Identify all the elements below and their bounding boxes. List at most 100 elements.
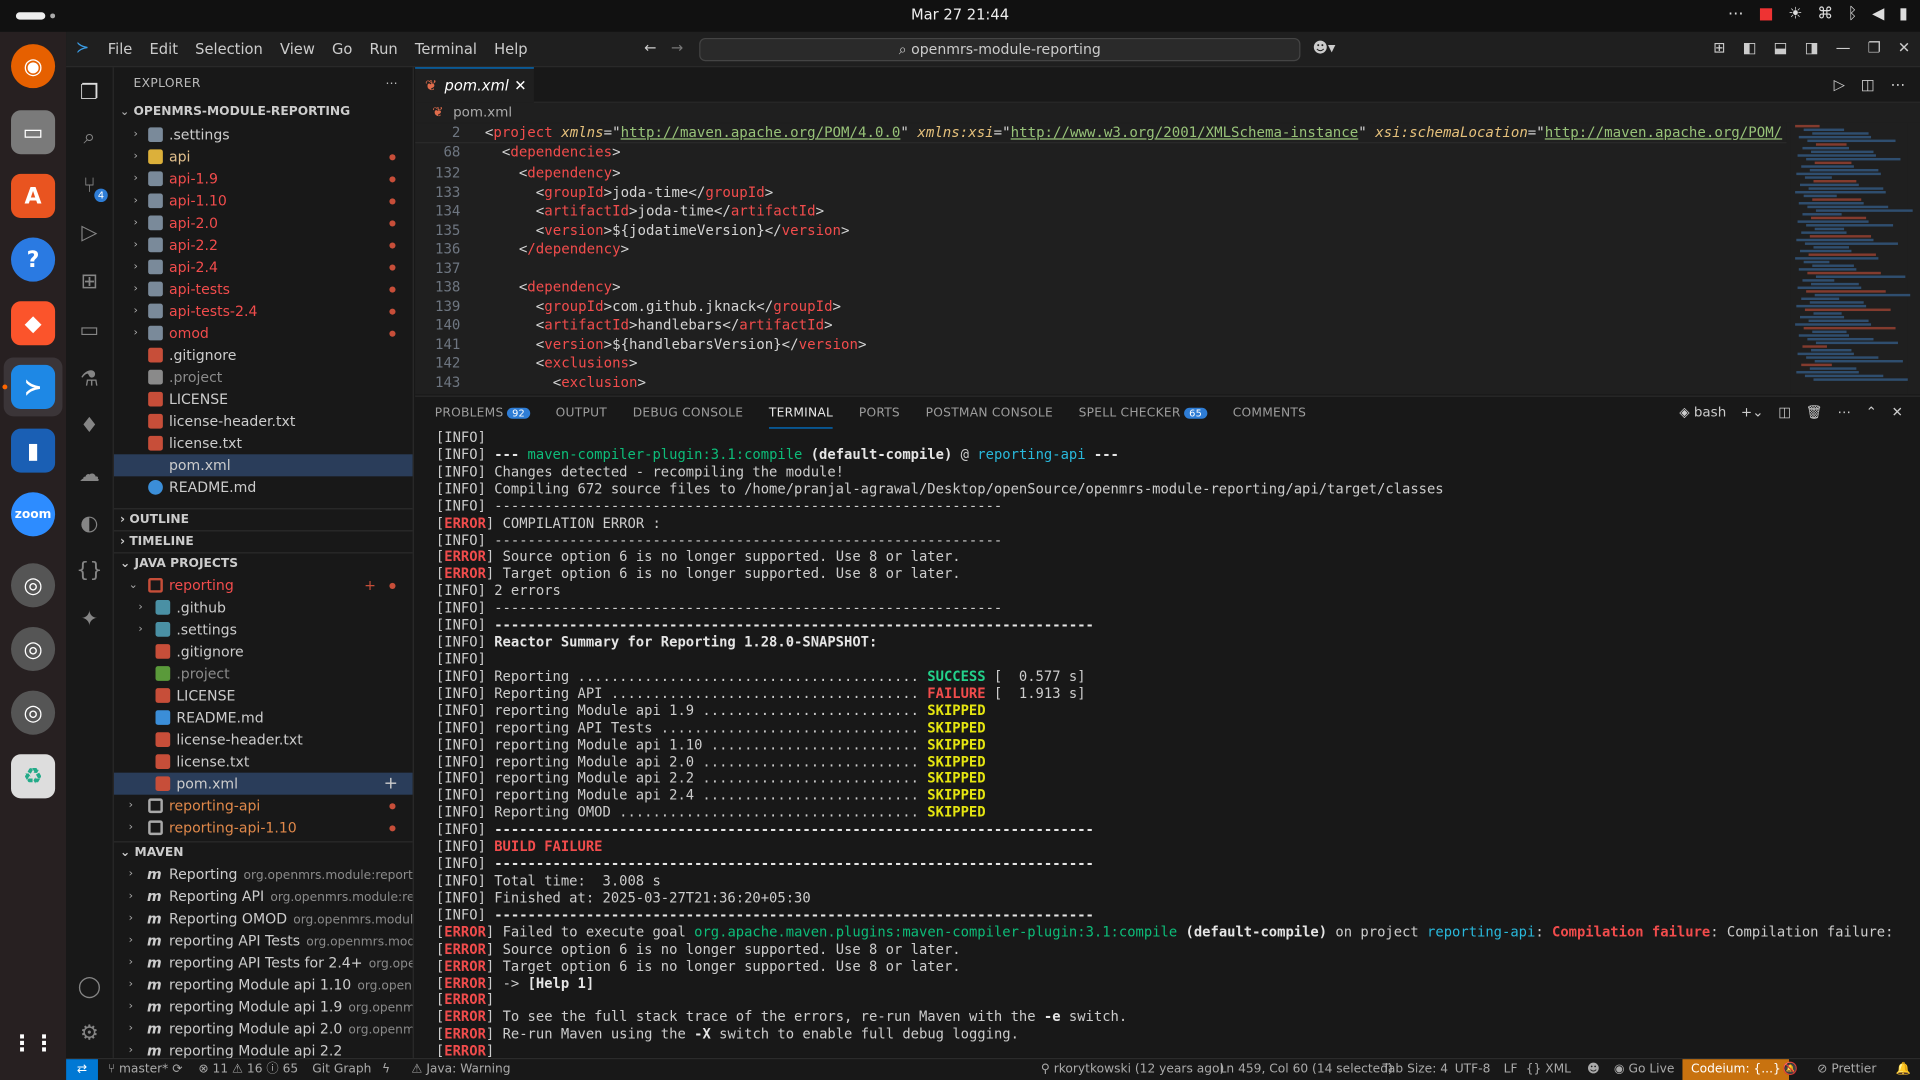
tab-output[interactable]: OUTPUT — [556, 407, 607, 429]
java-project-item[interactable]: › .github — [114, 596, 413, 618]
explorer-item[interactable]: › api-2.0 — [114, 212, 413, 234]
java-project-item[interactable]: pom.xml + — [113, 772, 413, 795]
source-control-icon[interactable]: ⑂ 4 — [76, 173, 108, 203]
java-status[interactable]: ⚠ Java: Warning — [411, 1059, 510, 1080]
clock[interactable]: Mar 27 21:44 — [0, 6, 1920, 23]
new-terminal-icon[interactable]: +⌄ — [1741, 404, 1764, 420]
toggle-panel-icon[interactable]: ⬓ — [1774, 39, 1788, 56]
java-project-item[interactable]: LICENSE — [114, 684, 413, 706]
trash-icon[interactable]: ♻ — [11, 754, 56, 799]
maximize-panel-icon[interactable]: ⌃ — [1866, 404, 1877, 420]
java-project[interactable]: › reporting-api-1.10 — [114, 817, 413, 839]
java-project-item[interactable]: license-header.txt — [114, 729, 413, 751]
search-view-icon[interactable]: ⌕ — [76, 124, 103, 151]
tab-ports[interactable]: PORTS — [859, 407, 900, 429]
explorer-item[interactable]: pom.xml — [113, 454, 413, 477]
java-projects-section[interactable]: ⌄ JAVA PROJECTS — [113, 552, 413, 574]
close-tab-icon[interactable]: ✕ — [514, 69, 526, 103]
remote-indicator-icon[interactable]: ⇄ — [66, 1059, 98, 1080]
notifications-muted-icon[interactable]: 🔕 — [1783, 1059, 1798, 1080]
explorer-item[interactable]: .gitignore — [114, 344, 413, 366]
encoding[interactable]: UTF-8 — [1455, 1059, 1491, 1080]
disk-icon-3[interactable]: ◎ — [11, 690, 56, 735]
minimize-icon[interactable]: — — [1836, 39, 1851, 56]
explorer-item[interactable]: › api-2.2 — [114, 234, 413, 256]
settings-gear-icon[interactable]: ⚙ — [76, 1020, 103, 1047]
more-actions-icon[interactable]: ⋯ — [385, 67, 398, 101]
maven-project[interactable]: › m reporting API Tests org.openmrs.modu... — [114, 929, 413, 951]
explorer-root[interactable]: ⌄ OPENMRS-MODULE-REPORTING — [114, 102, 413, 124]
maven-project[interactable]: › m Reporting OMOD org.openmrs.module... — [114, 907, 413, 929]
files-icon[interactable]: ▭ — [11, 110, 56, 155]
tab-problems[interactable]: PROBLEMS 92 — [435, 407, 530, 429]
close-panel-icon[interactable]: ✕ — [1892, 404, 1903, 420]
terminal-shell[interactable]: ◈ bash — [1679, 404, 1726, 420]
close-window-icon[interactable]: ✕ — [1898, 39, 1910, 56]
prettier-status[interactable]: ⊘ Prettier — [1817, 1059, 1876, 1080]
maven-project[interactable]: › m Reporting API org.openmrs.module:rep... — [114, 885, 413, 907]
breadcrumb[interactable]: ❦ pom.xml — [415, 102, 1920, 123]
command-center[interactable]: ⌕ openmrs-module-reporting — [699, 37, 1301, 62]
menu-go[interactable]: Go — [332, 40, 352, 57]
problems-status[interactable]: ⊗ 11 ⚠ 16 ⓘ 65 — [198, 1059, 298, 1080]
outline-section[interactable]: › OUTLINE — [113, 508, 413, 530]
system-tray[interactable]: ⋯ ■ ☀ ⌘ ᛒ ◀ ▮ — [1728, 5, 1908, 23]
back-icon[interactable]: ← — [644, 39, 656, 56]
tab-pom-xml[interactable]: ❦ pom.xml ✕ — [415, 67, 534, 103]
firefox-icon[interactable]: ◉ — [11, 44, 56, 89]
remote-explorer-icon[interactable]: ▭ — [76, 317, 103, 344]
explorer-item[interactable]: › api-1.9 — [114, 168, 413, 190]
explorer-item[interactable]: › api-1.10 — [114, 190, 413, 212]
maven-project[interactable]: › m reporting Module api 2.0 org.openmrs... — [114, 1018, 413, 1040]
maven-project[interactable]: › m Reporting org.openmrs.module:reporting — [114, 863, 413, 885]
explorer-item[interactable]: license-header.txt — [114, 410, 413, 432]
minimap[interactable] — [1790, 122, 1913, 395]
toggle-secondary-sidebar-icon[interactable]: ◨ — [1805, 39, 1819, 56]
split-terminal-icon[interactable]: ◫ — [1778, 404, 1791, 420]
kill-terminal-icon[interactable]: 🗑 — [1806, 404, 1823, 420]
disk-icon-2[interactable]: ◎ — [11, 626, 56, 672]
explorer-item[interactable]: license.txt — [114, 432, 413, 454]
maven-project[interactable]: › m reporting API Tests for 2.4+ org.open..… — [114, 951, 413, 973]
testing-icon[interactable]: ⚗ — [76, 366, 103, 393]
java-project-item[interactable]: › .settings — [114, 618, 413, 640]
maven-project[interactable]: › m reporting Module api 2.2 — [114, 1040, 413, 1058]
go-live-status[interactable]: ◉ Go Live — [1614, 1059, 1674, 1080]
show-apps-icon[interactable]: ⋮⋮ — [11, 1021, 55, 1065]
terminal-app-icon[interactable]: ▮ — [11, 428, 56, 473]
zoom-icon[interactable]: zoom — [11, 492, 56, 537]
json-icon[interactable]: {} — [76, 557, 103, 584]
run-debug-icon[interactable]: ▷ — [76, 219, 103, 246]
tab-debug-console[interactable]: DEBUG CONSOLE — [633, 407, 743, 429]
tab-postman-console[interactable]: POSTMAN CONSOLE — [926, 407, 1053, 429]
add-icon[interactable]: + — [384, 773, 398, 795]
terminal-output[interactable]: [INFO] [INFO] --- maven-compiler-plugin:3… — [436, 430, 1905, 1059]
volume-icon[interactable]: ◀ — [1872, 5, 1884, 23]
explorer-item[interactable]: › api-tests — [114, 278, 413, 300]
maven-project[interactable]: › m reporting Module api 1.10 org.openmr... — [114, 973, 413, 995]
explorer-icon[interactable]: ❐ — [76, 80, 103, 107]
java-project-reporting[interactable]: ⌄ reporting + — [114, 574, 413, 596]
menu-run[interactable]: Run — [370, 40, 398, 57]
extensions-icon[interactable]: ⊞ — [76, 268, 103, 295]
explorer-item[interactable]: › api — [114, 146, 413, 168]
code-editor[interactable]: 2 <project xmlns="http://maven.apache.org… — [415, 122, 1920, 395]
add-icon[interactable]: + — [364, 574, 376, 596]
menu-terminal[interactable]: Terminal — [415, 40, 477, 57]
java-project-item[interactable]: license.txt — [114, 751, 413, 773]
record-icon[interactable]: ■ — [1758, 5, 1773, 23]
copilot-icon[interactable]: ☻▾ — [1313, 39, 1336, 56]
java-project-item[interactable]: .gitignore — [114, 640, 413, 662]
help-icon[interactable]: ? — [11, 237, 56, 282]
explorer-item[interactable]: .project — [114, 366, 413, 388]
forward-icon[interactable]: → — [671, 39, 683, 56]
menu-help[interactable]: Help — [494, 40, 528, 57]
copilot-status-icon[interactable]: ☻ — [1587, 1059, 1600, 1080]
maven-project[interactable]: › m reporting Module api 1.9 org.openmrs... — [114, 996, 413, 1018]
more-icon[interactable]: ⋯ — [1728, 5, 1744, 23]
run-icon[interactable]: ▷ — [1834, 76, 1845, 93]
maven-icon[interactable]: ♦ — [76, 413, 103, 440]
menu-view[interactable]: View — [280, 40, 315, 57]
tab-spell-checker[interactable]: SPELL CHECKER 65 — [1079, 407, 1208, 429]
bell-icon[interactable]: 🔔 — [1896, 1059, 1911, 1080]
